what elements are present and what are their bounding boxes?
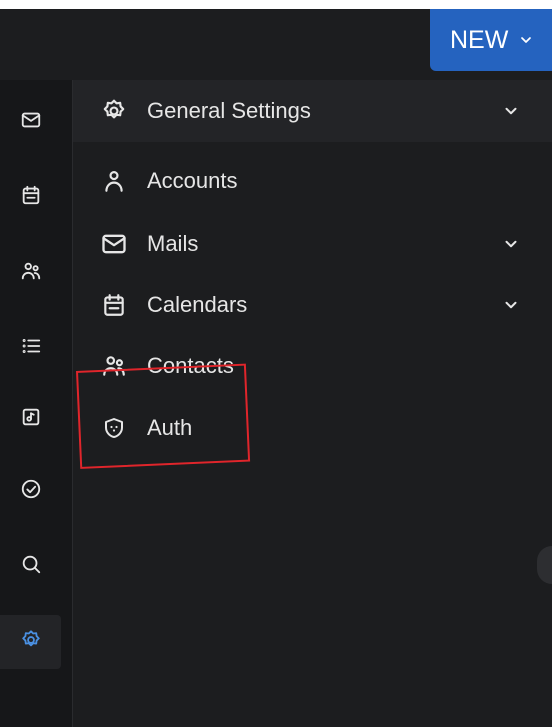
panel-collapse-handle[interactable] <box>537 546 552 584</box>
rail-item-calendar[interactable] <box>0 170 61 224</box>
nav-item-label: Calendars <box>147 292 248 317</box>
new-button-label: NEW <box>450 25 509 54</box>
nav-item-contacts[interactable]: Contacts <box>73 335 552 397</box>
nav-item-auth[interactable]: Auth <box>73 397 552 459</box>
search-icon <box>20 553 42 580</box>
mail-icon <box>100 230 128 258</box>
chevron-down-icon <box>502 296 520 314</box>
rail-item-tasks[interactable] <box>0 464 61 518</box>
rail-item-files[interactable] <box>0 392 61 446</box>
nav-item-label: General Settings <box>147 98 311 123</box>
nav-item-label: Contacts <box>147 353 234 378</box>
contacts-icon <box>20 260 42 287</box>
new-button[interactable]: NEW <box>430 9 552 71</box>
settings-nav-panel: General Settings Accounts Mails Calendar… <box>73 80 552 727</box>
check-circle-icon <box>20 478 42 505</box>
nav-item-accounts[interactable]: Accounts <box>73 150 552 212</box>
nav-item-label: Mails <box>147 231 199 256</box>
mail-icon <box>20 109 42 136</box>
user-icon <box>100 167 128 195</box>
list-icon <box>20 335 42 362</box>
shield-icon <box>100 414 128 442</box>
settings-icon <box>20 629 42 656</box>
files-icon <box>20 406 42 433</box>
app-rail <box>0 80 73 727</box>
calendar-icon <box>100 291 128 319</box>
chevron-down-icon <box>502 102 520 120</box>
nav-item-label: Auth <box>147 415 193 440</box>
nav-item-general-settings[interactable]: General Settings <box>73 80 552 142</box>
rail-item-search[interactable] <box>0 539 61 593</box>
rail-item-settings[interactable] <box>0 615 61 669</box>
calendar-icon <box>20 184 42 211</box>
nav-item-calendars[interactable]: Calendars <box>73 274 552 336</box>
rail-item-contacts[interactable] <box>0 246 61 300</box>
contacts-icon <box>100 352 128 380</box>
nav-item-mails[interactable]: Mails <box>73 213 552 275</box>
settings-icon <box>100 97 128 125</box>
top-bar: NEW <box>0 9 552 80</box>
rail-item-mail[interactable] <box>0 95 61 149</box>
app-window: NEW General Settings Accounts Mails Cale… <box>0 9 552 727</box>
chevron-down-icon <box>502 235 520 253</box>
chevron-down-icon <box>518 32 534 48</box>
rail-item-list[interactable] <box>0 321 61 375</box>
nav-item-label: Accounts <box>147 168 238 193</box>
